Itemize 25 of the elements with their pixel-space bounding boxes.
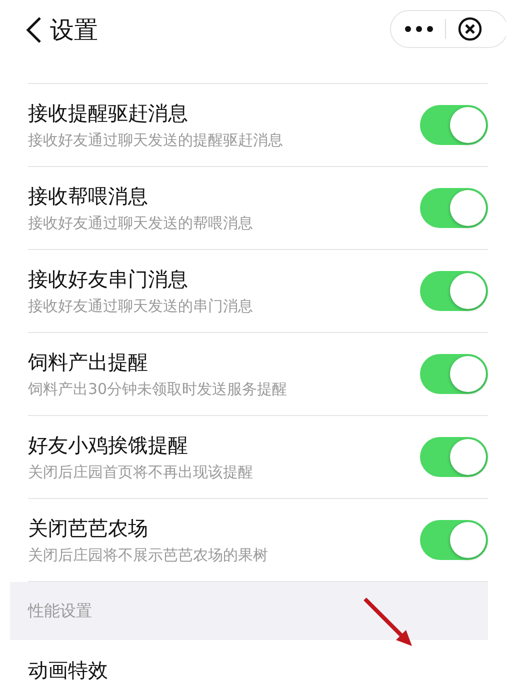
setting-description: 关闭后庄园将不展示芭芭农场的果树 xyxy=(28,546,269,565)
setting-title: 关闭芭芭农场 xyxy=(28,515,149,542)
back-icon[interactable] xyxy=(26,17,42,43)
setting-title: 接收帮喂消息 xyxy=(28,183,149,210)
page-title: 设置 xyxy=(50,15,98,46)
setting-description: 接收好友通过聊天发送的帮喂消息 xyxy=(28,214,254,233)
setting-title: 接收提醒驱赶消息 xyxy=(28,100,189,127)
close-icon[interactable] xyxy=(458,17,482,41)
setting-description: 关闭后庄园首页将不再出现该提醒 xyxy=(28,463,254,482)
setting-title: 饲料产出提醒 xyxy=(28,349,149,376)
setting-description: 接收好友通过聊天发送的串门消息 xyxy=(28,297,254,316)
toggle-switch[interactable] xyxy=(420,354,488,394)
more-icon[interactable] xyxy=(405,26,433,32)
setting-description: 饲料产出30分钟未领取时发送服务提醒 xyxy=(28,380,288,399)
toggle-switch[interactable] xyxy=(420,105,488,145)
arrow-drawing xyxy=(362,596,414,648)
setting-title: 接收好友串门消息 xyxy=(28,266,189,293)
toggle-switch[interactable] xyxy=(420,188,488,228)
setting-title: 好友小鸡挨饿提醒 xyxy=(28,432,189,459)
setting-description: 接收好友通过聊天发送的提醒驱赶消息 xyxy=(28,131,284,150)
section-header: 性能设置 xyxy=(28,600,92,622)
toggle-switch[interactable] xyxy=(420,271,488,311)
setting-title[interactable]: 动画特效 xyxy=(28,656,108,684)
toggle-switch[interactable] xyxy=(420,520,488,560)
toggle-switch[interactable] xyxy=(420,437,488,477)
